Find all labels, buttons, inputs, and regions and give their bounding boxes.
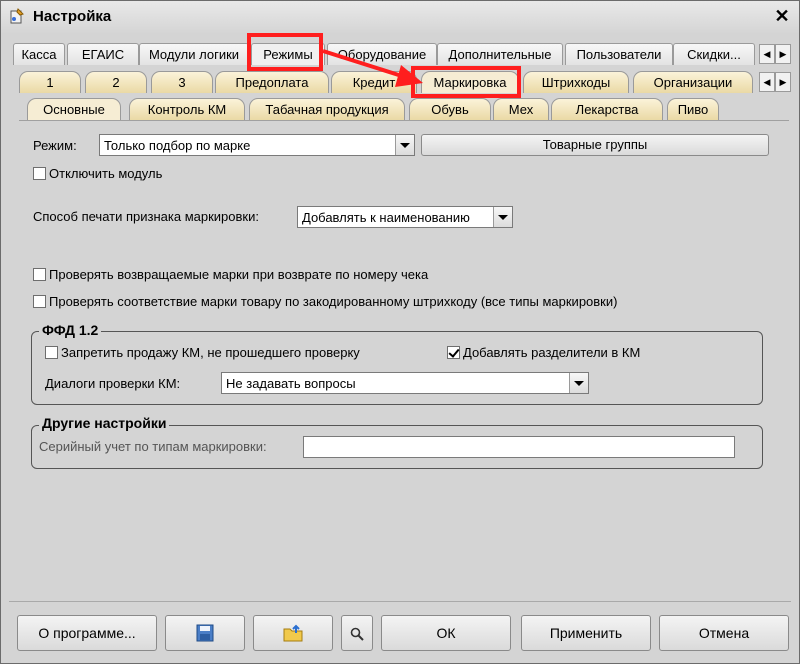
- print-method-dropdown-chevron-icon[interactable]: [493, 207, 512, 227]
- serial-accounting-input[interactable]: [303, 436, 735, 458]
- other-settings-title: Другие настройки: [39, 415, 170, 431]
- tab-discounts[interactable]: Скидки...: [673, 43, 755, 65]
- tab-main[interactable]: Основные: [27, 98, 121, 120]
- check-matching-label: Проверять соответствие марки товару по з…: [49, 294, 618, 309]
- ok-button[interactable]: ОК: [381, 615, 511, 651]
- mode-value: Только подбор по марке: [104, 138, 251, 153]
- add-separators-checkbox[interactable]: [447, 346, 460, 359]
- print-method-select[interactable]: Добавлять к наименованию: [297, 206, 513, 228]
- highlight-modes-tab: [247, 33, 323, 71]
- tab-logic-modules[interactable]: Модули логики: [139, 43, 249, 65]
- mode-label: Режим:: [33, 138, 77, 153]
- check-returned-label: Проверять возвращаемые марки при возврат…: [49, 267, 429, 282]
- about-button[interactable]: О программе...: [17, 615, 157, 651]
- forbid-sale-checkbox[interactable]: [45, 346, 58, 359]
- close-icon[interactable]: ✕: [771, 5, 793, 27]
- settings-app-icon: [10, 8, 24, 24]
- tab-km-control[interactable]: Контроль КМ: [129, 98, 245, 120]
- tab-prepayment[interactable]: Предоплата: [215, 71, 329, 93]
- tab-2[interactable]: 2: [85, 71, 147, 93]
- window-title: Настройка: [33, 8, 112, 25]
- forbid-sale-label: Запретить продажу КМ, не прошедшего пров…: [61, 345, 360, 360]
- km-dialogs-value: Не задавать вопросы: [226, 376, 356, 391]
- tab-shoes[interactable]: Обувь: [409, 98, 491, 120]
- settings-window: Настройка ✕ Касса ЕГАИС Модули логики Ре…: [0, 0, 800, 664]
- tab-3[interactable]: 3: [151, 71, 213, 93]
- tab2-scroll-right-icon[interactable]: ▶: [775, 72, 791, 92]
- km-dialogs-dropdown-chevron-icon[interactable]: [569, 373, 588, 393]
- disable-module-checkbox[interactable]: [33, 167, 46, 180]
- cancel-button[interactable]: Отмена: [659, 615, 789, 651]
- check-matching-checkbox[interactable]: [33, 295, 46, 308]
- product-groups-button[interactable]: Товарные группы: [421, 134, 769, 156]
- tab-scroll-left-icon[interactable]: ◀: [759, 44, 775, 64]
- print-method-value: Добавлять к наименованию: [302, 210, 470, 225]
- search-icon: [350, 627, 364, 641]
- third-tab-strip: Основные Контроль КМ Табачная продукция …: [27, 98, 727, 120]
- km-dialogs-label: Диалоги проверки КМ:: [45, 376, 181, 391]
- tab2-scroll-left-icon[interactable]: ◀: [759, 72, 775, 92]
- disable-module-label: Отключить модуль: [49, 166, 163, 181]
- tab-kassa[interactable]: Касса: [13, 43, 65, 65]
- tab-1[interactable]: 1: [19, 71, 81, 93]
- search-button[interactable]: [341, 615, 373, 651]
- check-returned-checkbox[interactable]: [33, 268, 46, 281]
- apply-button[interactable]: Применить: [521, 615, 651, 651]
- title-bar: Настройка ✕: [1, 1, 799, 33]
- tab-tobacco[interactable]: Табачная продукция: [249, 98, 405, 120]
- tab-organizations[interactable]: Организации: [633, 71, 753, 93]
- tab-fur[interactable]: Мех: [493, 98, 549, 120]
- serial-accounting-label: Серийный учет по типам маркировки:: [39, 439, 267, 454]
- tab-scroll-right-icon[interactable]: ▶: [775, 44, 791, 64]
- tab-users[interactable]: Пользователи: [565, 43, 673, 65]
- print-method-label: Способ печати признака маркировки:: [33, 209, 259, 224]
- folder-upload-icon: [283, 624, 303, 642]
- ffd-group-title: ФФД 1.2: [39, 322, 102, 338]
- footer-divider: [9, 601, 791, 602]
- add-separators-label: Добавлять разделители в КМ: [463, 345, 641, 360]
- tab-medicine[interactable]: Лекарства: [551, 98, 663, 120]
- save-icon: [196, 624, 214, 642]
- open-folder-button[interactable]: [253, 615, 333, 651]
- tab-barcodes[interactable]: Штрихкоды: [523, 71, 629, 93]
- tab-egais[interactable]: ЕГАИС: [67, 43, 139, 65]
- mode-dropdown-chevron-icon[interactable]: [395, 135, 414, 155]
- mode-select[interactable]: Только подбор по марке: [99, 134, 415, 156]
- tab-additional[interactable]: Дополнительные: [437, 43, 563, 65]
- tab-beer[interactable]: Пиво: [667, 98, 719, 120]
- save-button[interactable]: [165, 615, 245, 651]
- km-dialogs-select[interactable]: Не задавать вопросы: [221, 372, 589, 394]
- annotation-arrow-icon: [322, 49, 423, 87]
